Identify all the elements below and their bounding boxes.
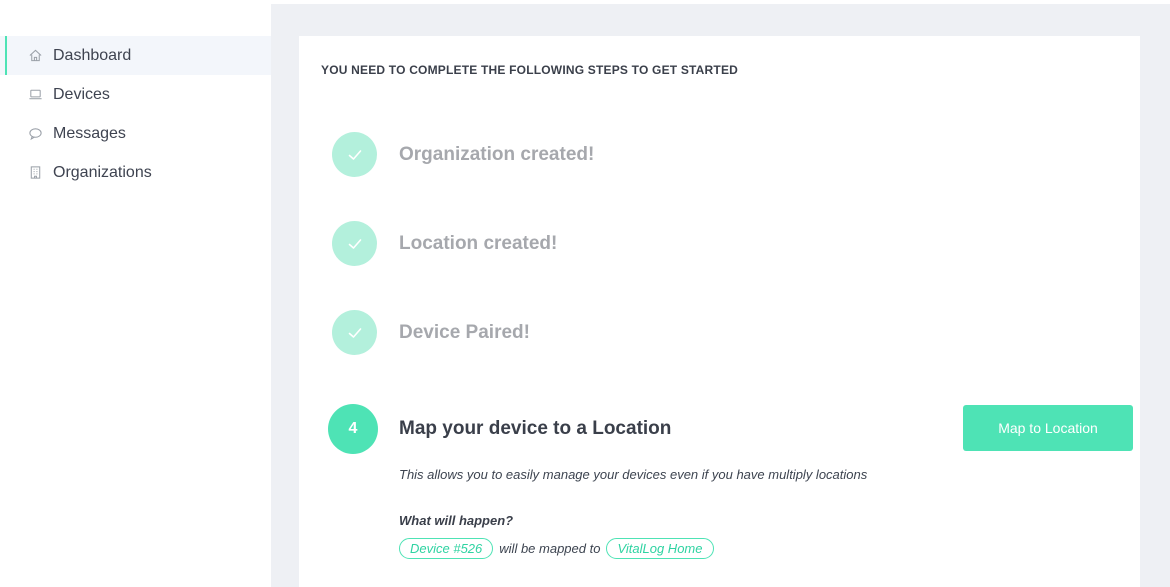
sidebar-item-devices[interactable]: Devices (0, 75, 271, 114)
sidebar-item-label: Messages (53, 124, 126, 142)
getting-started-card: YOU NEED TO COMPLETE THE FOLLOWING STEPS… (299, 36, 1140, 587)
device-tag: Device #526 (399, 538, 494, 559)
card-heading: YOU NEED TO COMPLETE THE FOLLOWING STEPS… (321, 63, 739, 77)
step-title: Location created! (399, 232, 558, 254)
completed-step-organization: Organization created! (332, 132, 594, 177)
completed-step-location: Location created! (332, 221, 557, 266)
sidebar-item-label: Organizations (53, 163, 152, 181)
current-step: 4 Map your device to a Location (328, 404, 671, 454)
location-tag: VitalLog Home (606, 538, 714, 559)
chat-bubble-icon (27, 126, 43, 142)
what-will-happen-label: What will happen? (399, 513, 514, 528)
step-description: This allows you to easily manage your de… (399, 467, 868, 482)
sidebar-item-organizations[interactable]: Organizations (0, 153, 271, 192)
sidebar-item-messages[interactable]: Messages (0, 114, 271, 153)
sidebar-item-dashboard[interactable]: Dashboard (0, 36, 271, 75)
step-number-badge: 4 (328, 404, 378, 454)
laptop-icon (27, 87, 43, 103)
sidebar-item-label: Dashboard (53, 46, 132, 64)
step-title: Organization created! (399, 143, 595, 165)
mapping-summary: Device #526 will be mapped to VitalLog H… (399, 538, 714, 559)
step-title: Device Paired! (399, 321, 530, 343)
home-icon (27, 48, 43, 64)
checkmark-icon (332, 310, 377, 355)
map-to-location-button[interactable]: Map to Location (963, 405, 1133, 451)
mapping-connector-text: will be mapped to (499, 541, 601, 556)
building-icon (27, 165, 43, 181)
sidebar: Dashboard Devices Messages Organizations (0, 0, 271, 587)
checkmark-icon (332, 221, 377, 266)
checkmark-icon (332, 132, 377, 177)
current-step-title: Map your device to a Location (399, 418, 672, 439)
completed-step-device: Device Paired! (332, 310, 530, 355)
sidebar-item-label: Devices (53, 85, 110, 103)
